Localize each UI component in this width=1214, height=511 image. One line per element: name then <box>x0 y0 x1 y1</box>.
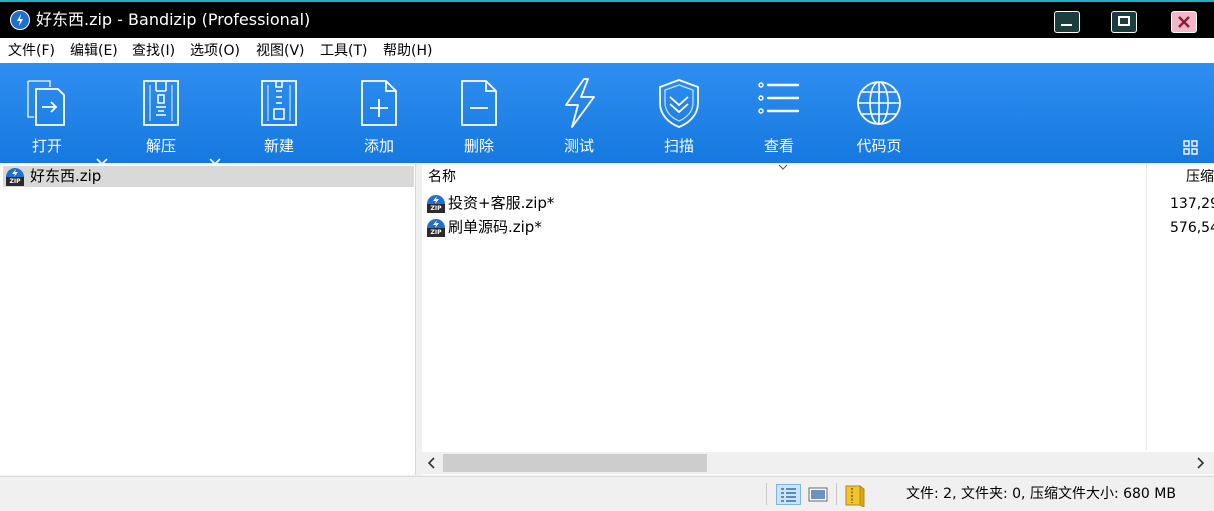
test-icon <box>565 78 595 128</box>
menu-find[interactable]: 查找(I) <box>132 42 175 60</box>
zip-file-icon: ZIP <box>6 168 24 186</box>
folder-tree-pane: ZIP 好东西.zip <box>0 164 416 475</box>
menu-tools[interactable]: 工具(T) <box>320 42 367 60</box>
table-row[interactable]: ZIP 投资+客服.zip* 137,29 <box>422 192 1214 216</box>
horizontal-scrollbar[interactable] <box>422 452 1214 474</box>
column-header-name[interactable]: 名称 <box>428 169 456 186</box>
view-list-icon <box>758 82 800 114</box>
maximize-icon <box>1118 16 1130 26</box>
minimize-button[interactable] <box>1054 11 1080 33</box>
open-button[interactable]: 打开 <box>4 63 84 163</box>
menu-options[interactable]: 选项(O) <box>190 42 240 60</box>
menu-view[interactable]: 视图(V) <box>256 42 305 60</box>
add-icon <box>361 80 397 126</box>
test-button[interactable]: 测试 <box>536 63 616 163</box>
file-name: 投资+客服.zip* <box>448 194 555 212</box>
close-icon <box>1178 16 1190 28</box>
menu-bar: 文件(F) 编辑(E) 查找(I) 选项(O) 视图(V) 工具(T) 帮助(H… <box>0 38 1214 63</box>
close-button[interactable] <box>1171 11 1197 33</box>
status-bar: 文件: 2, 文件夹: 0, 压缩文件大小: 680 MB <box>0 476 1214 511</box>
codepage-globe-icon <box>857 81 901 125</box>
delete-label: 删除 <box>463 137 494 155</box>
details-view-icon <box>781 488 796 502</box>
codepage-button[interactable]: 代码页 <box>836 63 916 163</box>
app-logo-icon <box>10 10 30 30</box>
window-title: 好东西.zip - Bandizip (Professional) <box>36 10 311 29</box>
open-icon <box>27 80 65 126</box>
title-bar: 好东西.zip - Bandizip (Professional) <box>0 0 1214 38</box>
new-archive-button[interactable]: 新建 <box>236 63 316 163</box>
zip-file-icon: ZIP <box>427 195 445 213</box>
zip-file-icon: ZIP <box>427 219 445 237</box>
status-separator <box>836 483 837 505</box>
view-label: 查看 <box>763 137 794 155</box>
archive-folder-icon[interactable] <box>844 483 866 507</box>
file-list-pane: 名称 压缩 ZIP 投资+客服.zip* 137,29 ZIP 刷单源码.zip… <box>422 164 1214 475</box>
view-button[interactable]: 查看 <box>736 63 816 163</box>
new-archive-icon <box>261 80 297 126</box>
scan-button[interactable]: 扫描 <box>636 63 716 163</box>
file-name: 刷单源码.zip* <box>448 218 542 236</box>
details-view-button[interactable] <box>776 484 801 505</box>
scroll-left-icon[interactable] <box>426 457 438 469</box>
status-separator <box>766 483 767 505</box>
sort-chevron-icon <box>778 164 788 170</box>
file-size: 137,29 <box>1170 196 1214 212</box>
status-summary: 文件: 2, 文件夹: 0, 压缩文件大小: 680 MB <box>906 486 1176 502</box>
new-archive-label: 新建 <box>263 137 294 155</box>
column-header-size[interactable]: 压缩 <box>1186 169 1214 186</box>
tree-item-root[interactable]: ZIP 好东西.zip <box>3 166 414 187</box>
extract-label: 解压 <box>145 137 176 155</box>
codepage-label: 代码页 <box>856 137 902 155</box>
menu-help[interactable]: 帮助(H) <box>383 42 432 60</box>
delete-button[interactable]: 删除 <box>436 63 516 163</box>
open-label: 打开 <box>31 137 62 155</box>
scroll-right-icon[interactable] <box>1194 457 1206 469</box>
thumbnail-view-icon[interactable] <box>807 484 829 505</box>
extract-icon <box>143 80 179 126</box>
bandizip-window: 好东西.zip - Bandizip (Professional) 文件(F) … <box>0 0 1214 511</box>
add-button[interactable]: 添加 <box>336 63 416 163</box>
table-row[interactable]: ZIP 刷单源码.zip* 576,54 <box>422 216 1214 240</box>
maximize-button[interactable] <box>1111 11 1137 33</box>
test-label: 测试 <box>563 137 594 155</box>
add-label: 添加 <box>363 137 394 155</box>
minimize-icon <box>1061 24 1072 26</box>
list-header: 名称 压缩 <box>422 164 1214 190</box>
menu-file[interactable]: 文件(F) <box>8 42 55 60</box>
scan-label: 扫描 <box>663 137 694 155</box>
tree-item-label: 好东西.zip <box>30 167 102 185</box>
extract-button[interactable]: 解压 <box>118 63 198 163</box>
menu-edit[interactable]: 编辑(E) <box>70 42 118 60</box>
toolbar: 打开 解压 新建 添加 删除 测试 扫描 查看 代码页 <box>0 63 1214 166</box>
file-size: 576,54 <box>1170 220 1214 236</box>
delete-icon <box>461 80 497 126</box>
scan-shield-icon <box>659 79 699 128</box>
scrollbar-thumb[interactable] <box>443 454 707 472</box>
layout-icon[interactable] <box>1183 140 1199 156</box>
